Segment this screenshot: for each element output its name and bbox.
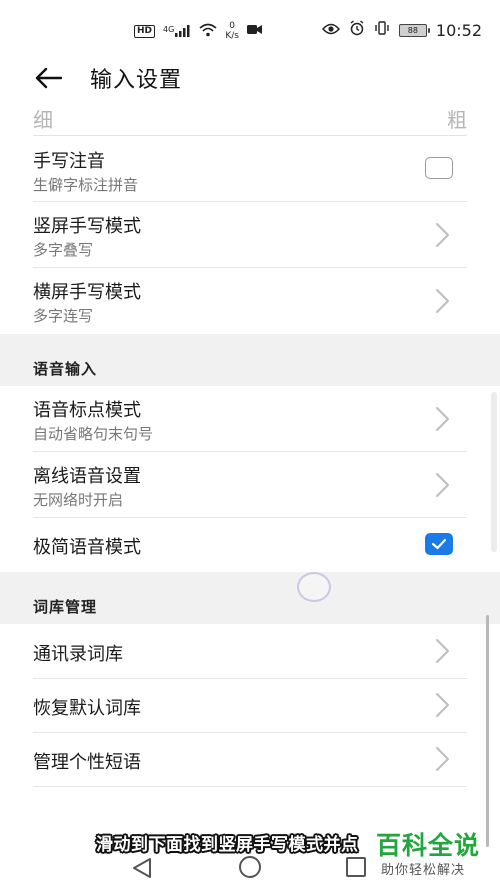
portrait-handwriting-mode-row[interactable]: 竖屏手写模式 多字叠写 — [33, 202, 467, 268]
title-bar: 输入设置 — [0, 58, 500, 98]
section-label: 语音输入 — [33, 360, 98, 378]
row-title: 竖屏手写模式 — [33, 216, 141, 237]
row-title: 恢复默认词库 — [33, 698, 141, 719]
eye-icon — [321, 21, 340, 39]
lexicon-section-header: 词库管理 — [0, 572, 500, 624]
wifi-icon — [199, 23, 217, 40]
row-subtitle: 生僻字标注拼音 — [33, 176, 139, 194]
touch-indicator — [297, 572, 331, 602]
row-title: 管理个性短语 — [33, 752, 141, 773]
navigation-bar — [0, 848, 500, 889]
back-button[interactable] — [30, 60, 66, 96]
vibrate-icon — [374, 20, 390, 40]
row-subtitle: 多字连写 — [33, 307, 94, 325]
screen: HD 4G 0 K/s 88 10:52 输入设置 细 粗 手写注音 生僻字标注… — [0, 0, 500, 889]
row-title: 语音标点模式 — [33, 400, 141, 421]
chevron-right-icon — [436, 693, 449, 717]
row-subtitle: 无网络时开启 — [33, 491, 124, 509]
offline-voice-settings-row[interactable]: 离线语音设置 无网络时开启 — [33, 452, 467, 518]
nav-back-icon[interactable] — [131, 856, 153, 880]
row-title: 离线语音设置 — [33, 466, 141, 487]
voice-punctuation-mode-row[interactable]: 语音标点模式 自动省略句末句号 — [33, 386, 467, 452]
restore-default-lexicon-row[interactable]: 恢复默认词库 — [33, 679, 467, 733]
row-subtitle: 多字叠写 — [33, 241, 94, 259]
video-camera-icon — [246, 24, 263, 38]
minimal-voice-mode-row[interactable]: 极简语音模式 — [33, 518, 467, 572]
status-right: 88 10:52 — [321, 18, 482, 42]
row-title: 横屏手写模式 — [33, 282, 141, 303]
status-time: 10:52 — [435, 20, 482, 40]
stroke-thickness-row: 细 粗 — [33, 100, 467, 136]
status-left: HD 4G 0 K/s — [134, 20, 263, 42]
phonetic-checkbox[interactable] — [425, 157, 453, 179]
nav-recent-apps-icon[interactable] — [346, 857, 366, 877]
signal-icon: 4G — [163, 25, 191, 37]
chevron-right-icon — [436, 289, 449, 313]
contacts-lexicon-row[interactable]: 通讯录词库 — [33, 624, 467, 679]
landscape-handwriting-mode-row[interactable]: 横屏手写模式 多字连写 — [33, 268, 467, 334]
voice-input-section-header: 语音输入 — [0, 334, 500, 386]
chevron-right-icon — [436, 223, 449, 247]
scrollbar[interactable] — [486, 615, 489, 847]
checkmark-icon — [431, 538, 447, 550]
chevron-right-icon — [436, 473, 449, 497]
back-arrow-icon — [35, 67, 62, 89]
chevron-right-icon — [436, 747, 449, 771]
row-title: 极简语音模式 — [33, 537, 141, 558]
chevron-right-icon — [436, 639, 449, 663]
page-title: 输入设置 — [90, 68, 183, 93]
minimal-voice-checkbox[interactable] — [425, 533, 453, 555]
row-subtitle: 自动省略句末句号 — [33, 425, 154, 443]
row-title: 手写注音 — [33, 151, 105, 172]
manage-phrases-row[interactable]: 管理个性短语 — [33, 733, 467, 787]
status-bar: HD 4G 0 K/s 88 10:52 — [0, 0, 500, 58]
net-speed: 0 K/s — [225, 21, 239, 41]
alarm-icon — [349, 20, 365, 40]
chevron-right-icon — [436, 407, 449, 431]
handwriting-phonetic-row[interactable]: 手写注音 生僻字标注拼音 — [33, 136, 467, 202]
battery-icon: 88 — [398, 23, 430, 37]
side-scroll-thumb[interactable] — [491, 392, 497, 552]
row-title: 通讯录词库 — [33, 644, 123, 665]
section-label: 词库管理 — [33, 598, 98, 616]
hd-badge: HD — [134, 24, 156, 38]
nav-home-icon[interactable] — [239, 856, 261, 878]
thick-label: 粗 — [447, 108, 467, 132]
network-type: 4G — [163, 25, 175, 34]
thin-label: 细 — [33, 108, 53, 132]
